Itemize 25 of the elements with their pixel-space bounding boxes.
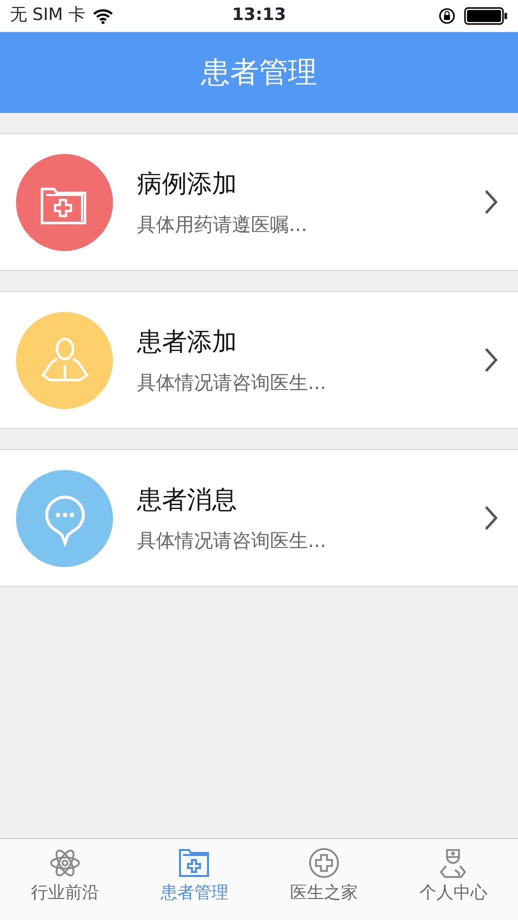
chevron-icon xyxy=(484,347,498,373)
medical-cross-icon xyxy=(308,847,340,879)
carrier-label: 无 SIM 卡 xyxy=(10,4,86,28)
tab-button[interactable]: 患者管理 xyxy=(130,839,259,920)
chevron-icon xyxy=(484,505,498,531)
item-subtitle: 具体情况请咨询医生... xyxy=(137,528,326,554)
menu-item[interactable]: 病例添加 具体用药请遵医嘱... xyxy=(0,133,518,271)
chevron-icon xyxy=(484,189,498,215)
tab-button[interactable]: 个人中心 xyxy=(388,839,518,920)
item-subtitle: 具体用药请遵医嘱... xyxy=(137,212,308,238)
tab-button[interactable]: 医生之家 xyxy=(259,839,388,920)
clock-time: 13:13 xyxy=(232,4,286,28)
item-title: 患者添加 xyxy=(137,326,237,358)
item-subtitle: 具体情况请咨询医生... xyxy=(137,370,326,396)
tab-button[interactable]: 行业前沿 xyxy=(0,839,130,920)
menu-item[interactable]: 患者消息 具体情况请咨询医生... xyxy=(0,449,518,587)
battery-icon xyxy=(464,7,508,25)
wifi-icon xyxy=(93,8,114,24)
item-title: 患者消息 xyxy=(137,484,237,516)
menu-item[interactable]: 患者添加 具体情况请咨询医生... xyxy=(0,291,518,429)
page-title: 患者管理 xyxy=(201,54,317,91)
medical-folder-icon xyxy=(178,847,210,879)
rotation-lock-icon xyxy=(438,7,456,25)
atom-icon xyxy=(48,847,81,879)
item-title: 病例添加 xyxy=(137,168,237,200)
